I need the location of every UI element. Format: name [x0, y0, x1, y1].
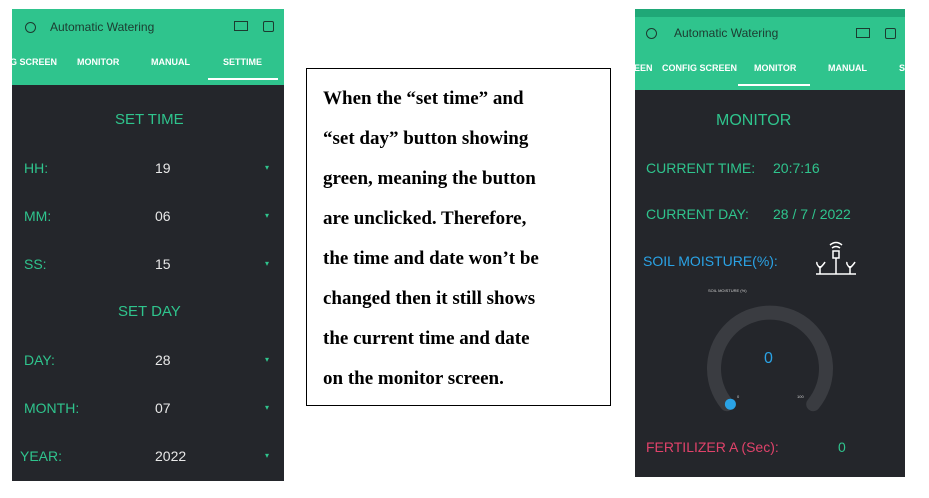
note-line: changed then it still shows — [323, 288, 536, 309]
gauge-max-label: 100 — [797, 394, 804, 399]
status-bar — [635, 9, 905, 17]
monitor-heading: MONITOR — [716, 112, 792, 129]
chevron-down-icon[interactable]: ▾ — [265, 355, 269, 364]
day-label: DAY: — [24, 352, 55, 368]
active-tab-indicator — [738, 84, 810, 86]
set-day-heading: SET DAY — [118, 303, 181, 320]
gauge-min-label: 0 — [737, 394, 740, 399]
chevron-down-icon[interactable]: ▾ — [265, 259, 269, 268]
active-tab-indicator — [208, 78, 278, 80]
chevron-down-icon[interactable]: ▾ — [265, 163, 269, 172]
window-icon[interactable] — [885, 28, 896, 39]
tab-settime[interactable]: SETTIME — [223, 57, 262, 67]
note-line: on the monitor screen. — [323, 368, 504, 389]
mm-value: 06 — [155, 208, 171, 224]
chevron-down-icon[interactable]: ▾ — [265, 451, 269, 460]
year-value: 2022 — [155, 448, 187, 464]
chevron-down-icon[interactable]: ▾ — [265, 211, 269, 220]
tab-config-screen[interactable]: CONFIG SCREEN — [662, 63, 737, 73]
note-line: are unclicked. Therefore, — [323, 208, 527, 229]
tab-monitor[interactable]: MONITOR — [77, 57, 119, 67]
hh-value: 19 — [155, 160, 171, 176]
note-line: the time and date won’t be — [323, 248, 539, 269]
window-icon[interactable] — [263, 21, 274, 32]
note-line: When the “set time” and — [323, 88, 524, 109]
gauge-value: 0 — [764, 350, 773, 367]
explanation-note: When the “set time” and “set day” button… — [306, 68, 611, 406]
gauge-knob — [724, 398, 736, 410]
tab-settime-partial[interactable]: S — [899, 63, 905, 73]
current-day-label: CURRENT DAY: — [646, 206, 749, 222]
plant-sensor-icon — [816, 241, 856, 275]
note-line: “set day” button showing — [323, 128, 529, 149]
right-phone-screen: Automatic Watering EEN CONFIG SCREEN MON… — [635, 9, 905, 477]
current-time-value: 20:7:16 — [773, 160, 820, 176]
day-value: 28 — [155, 352, 171, 368]
gauge-title: SOIL MOISTURE (%) — [708, 288, 747, 293]
tab-manual[interactable]: MANUAL — [151, 57, 190, 67]
month-label: MONTH: — [24, 400, 80, 416]
ss-value: 15 — [155, 256, 171, 272]
tab-partial-left[interactable]: EEN — [635, 63, 653, 73]
tab-config-screen[interactable]: G SCREEN — [12, 57, 57, 67]
chevron-down-icon[interactable]: ▾ — [265, 403, 269, 412]
mm-label: MM: — [24, 208, 52, 224]
app-title: Automatic Watering — [674, 26, 779, 40]
year-label: YEAR: — [20, 448, 63, 464]
month-value: 07 — [155, 400, 171, 416]
app-logo-icon — [646, 28, 657, 39]
tab-manual[interactable]: MANUAL — [828, 63, 867, 73]
note-line: the current time and date — [323, 328, 530, 349]
soil-moisture-label: SOIL MOISTURE(%): — [643, 253, 778, 269]
fertilizer-a-value: 0 — [838, 439, 846, 455]
set-time-heading: SET TIME — [115, 111, 184, 128]
current-time-label: CURRENT TIME: — [646, 160, 756, 176]
current-day-value: 28 / 7 / 2022 — [773, 206, 851, 222]
fertilizer-a-label: FERTILIZER A (Sec): — [646, 439, 779, 455]
hh-label: HH: — [24, 160, 49, 176]
right-app-header: Automatic Watering EEN CONFIG SCREEN MON… — [635, 9, 905, 90]
left-app-header: Automatic Watering G SCREEN MONITOR MANU… — [12, 9, 284, 85]
left-phone-screen: Automatic Watering G SCREEN MONITOR MANU… — [12, 9, 284, 481]
battery-icon[interactable] — [234, 21, 248, 31]
app-logo-icon — [25, 22, 36, 33]
battery-icon[interactable] — [856, 28, 870, 38]
ss-label: SS: — [24, 256, 47, 272]
tab-monitor[interactable]: MONITOR — [754, 63, 796, 73]
app-title: Automatic Watering — [50, 20, 155, 34]
note-line: green, meaning the button — [323, 168, 536, 189]
